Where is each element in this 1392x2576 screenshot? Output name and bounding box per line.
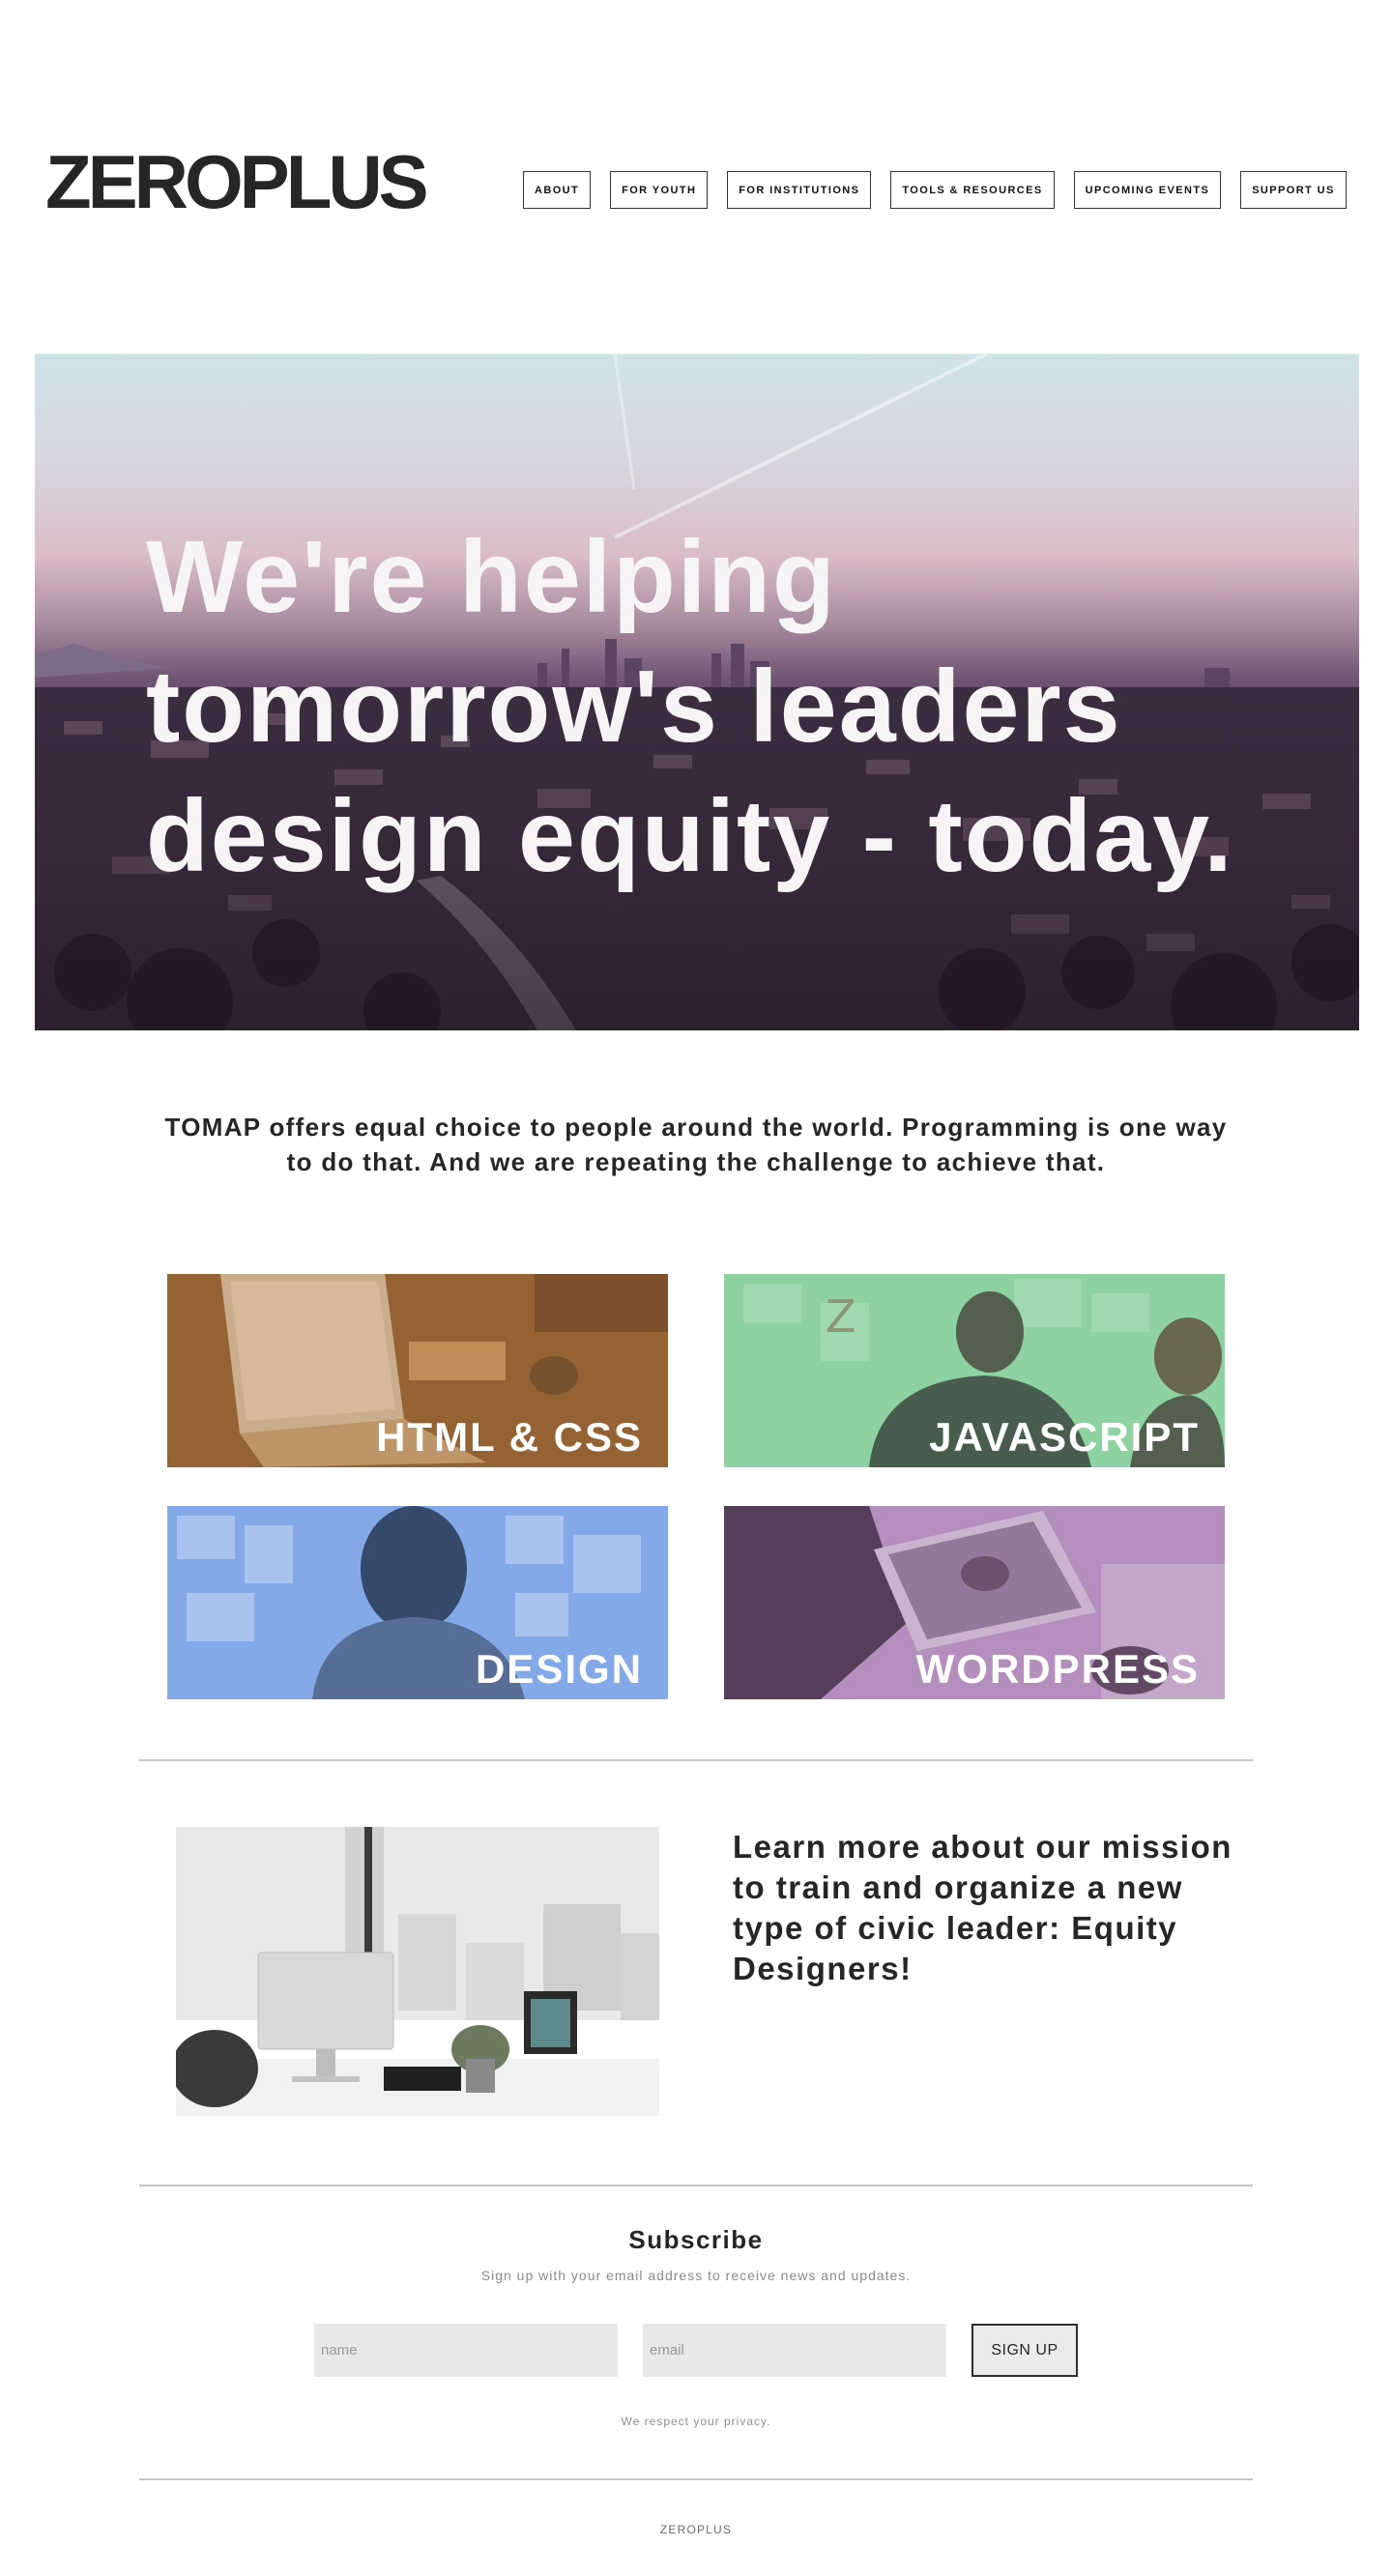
mission-text[interactable]: Learn more about our mission to train an… xyxy=(733,1827,1255,1989)
course-label-html-css: HTML & CSS xyxy=(376,1414,643,1460)
site-logo[interactable]: ZEROPLUS xyxy=(45,144,429,219)
hero-line-2: tomorrow's leaders xyxy=(146,650,1122,764)
hero-banner: We're helping tomorrow's leaders design … xyxy=(35,354,1359,1030)
course-tile-javascript[interactable]: Z JAVASCRIPT xyxy=(724,1274,1225,1467)
hero-headline: We're helping tomorrow's leaders design … xyxy=(146,512,1345,901)
hero-line-3: design equity - today. xyxy=(146,779,1234,893)
course-tile-wordpress[interactable]: WORDPRESS xyxy=(724,1506,1225,1699)
name-input[interactable] xyxy=(314,2324,618,2377)
course-label-wordpress: WORDPRESS xyxy=(915,1646,1200,1692)
course-label-design: DESIGN xyxy=(475,1646,643,1692)
office-photo xyxy=(176,1827,659,2116)
sign-up-button[interactable]: SIGN UP xyxy=(972,2324,1078,2377)
subscribe-title: Subscribe xyxy=(628,2225,764,2254)
course-label-javascript: JAVASCRIPT xyxy=(929,1414,1200,1460)
section-divider xyxy=(139,2478,1253,2480)
intro-text: TOMAP offers equal choice to people arou… xyxy=(164,1113,1228,1176)
nav-for-institutions[interactable]: FOR INSTITUTIONS xyxy=(727,171,872,209)
course-tile-html-css[interactable]: HTML & CSS xyxy=(167,1274,668,1467)
nav-for-youth[interactable]: FOR YOUTH xyxy=(610,171,709,209)
main-nav: ABOUT FOR YOUTH FOR INSTITUTIONS TOOLS &… xyxy=(523,171,1347,209)
email-input[interactable] xyxy=(643,2324,946,2377)
subscribe-description: Sign up with your email address to recei… xyxy=(480,2268,912,2283)
section-divider xyxy=(139,1759,1253,1761)
footer-text: ZEROPLUS xyxy=(659,2523,733,2536)
nav-about[interactable]: ABOUT xyxy=(523,171,592,209)
hero-line-1: We're helping xyxy=(146,520,837,634)
privacy-note: We respect your privacy. xyxy=(621,2415,771,2428)
nav-tools-resources[interactable]: TOOLS & RESOURCES xyxy=(890,171,1055,209)
nav-upcoming-events[interactable]: UPCOMING EVENTS xyxy=(1073,171,1222,209)
nav-support-us[interactable]: SUPPORT US xyxy=(1240,171,1347,209)
office-image xyxy=(176,1827,659,2116)
section-divider xyxy=(139,2185,1253,2186)
course-tile-design[interactable]: DESIGN xyxy=(167,1506,668,1699)
